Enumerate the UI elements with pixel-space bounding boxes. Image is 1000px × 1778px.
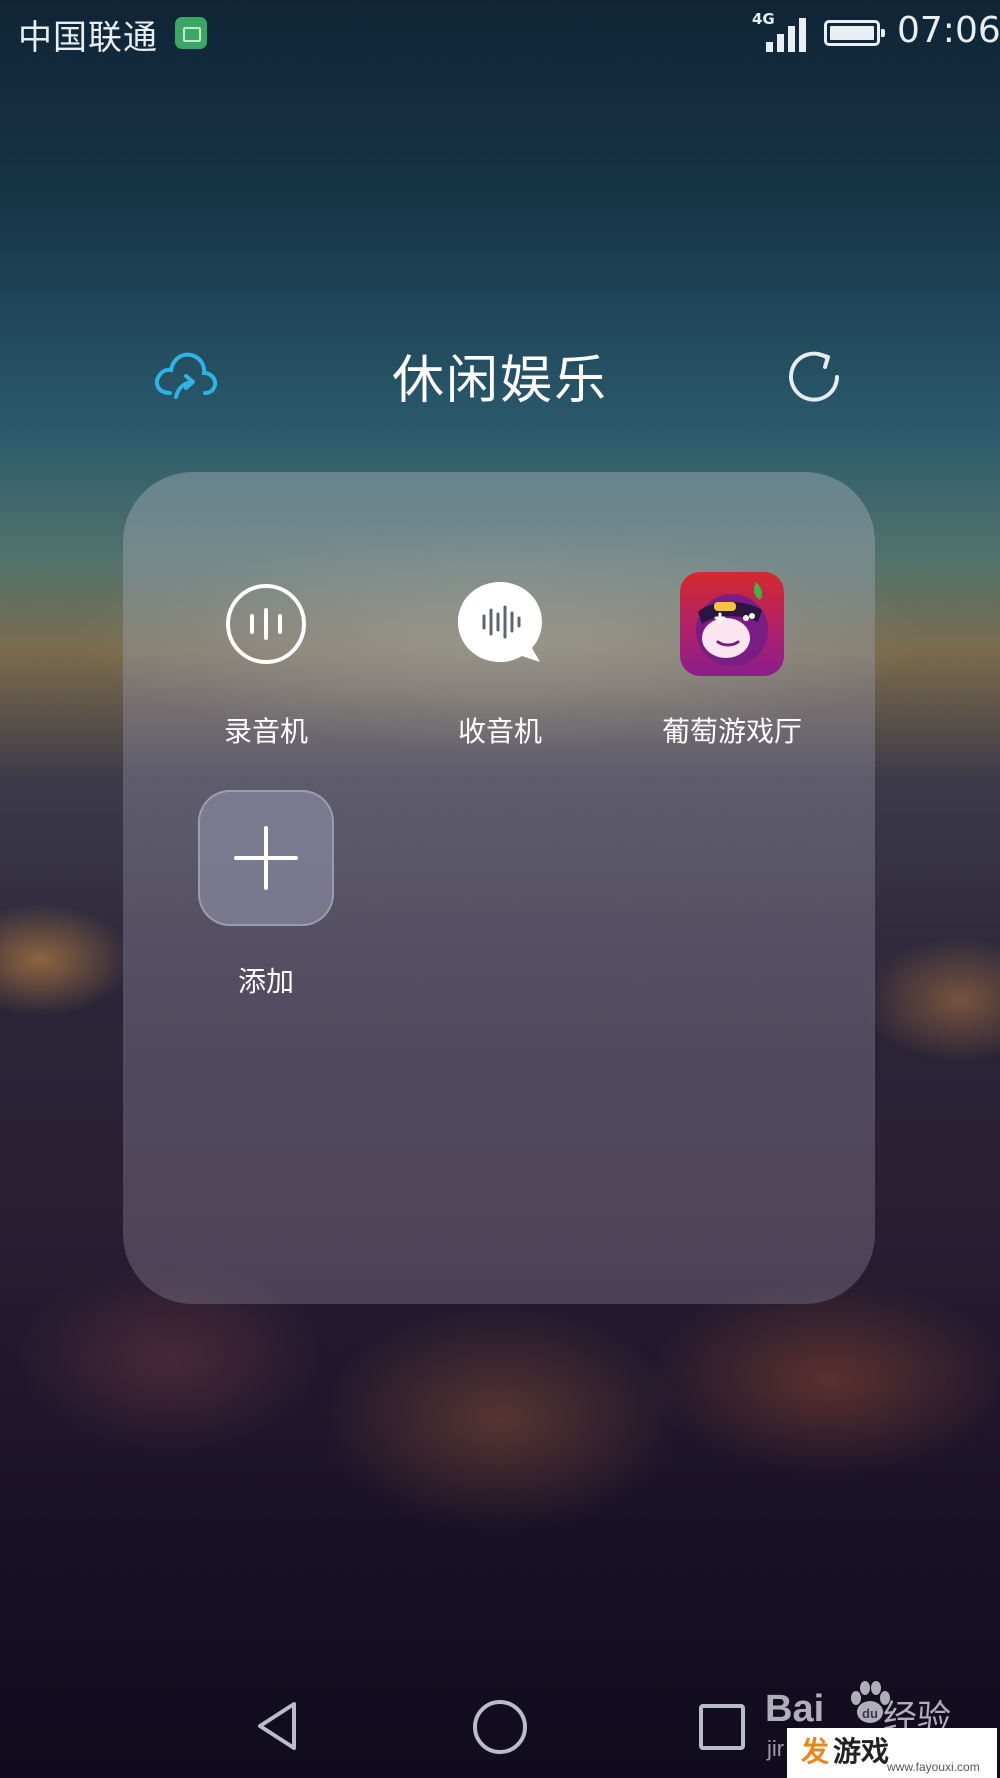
signal-strength-icon: 4G: [752, 10, 808, 52]
app-label: 收音机: [457, 715, 542, 748]
app-fm-radio[interactable]: 收音机: [390, 572, 610, 782]
sim-card-icon: [175, 17, 207, 49]
plus-icon: [234, 826, 298, 890]
add-tile: [198, 790, 334, 926]
back-triangle-icon: [258, 1702, 296, 1750]
fayouxi-logo: 发 游戏 www.fayouxi.com: [787, 1728, 997, 1778]
app-label: 录音机: [223, 715, 308, 748]
add-app-button[interactable]: 添加: [156, 790, 376, 1000]
nav-recent-apps-button[interactable]: [699, 1704, 745, 1750]
cloud-upload-button[interactable]: [150, 345, 220, 405]
watermark-baidu-text: Bai: [765, 1688, 825, 1730]
clock: 07:06: [897, 10, 1000, 51]
app-sound-recorder[interactable]: 录音机: [156, 572, 376, 782]
carrier-name: 中国联通: [18, 18, 158, 58]
fm-radio-icon: [458, 582, 542, 662]
putao-game-hall-icon: [680, 572, 784, 676]
app-label: 葡萄游戏厅: [661, 715, 802, 748]
app-label: 添加: [237, 965, 294, 998]
fayouxi-url: www.fayouxi.com: [887, 1760, 980, 1774]
nav-back-button[interactable]: [250, 1698, 306, 1754]
refresh-button[interactable]: [782, 345, 846, 409]
fayouxi-fa-text: 发: [801, 1735, 830, 1768]
watermark: Bai du 经验 jir 发 游戏 www.fayouxi.com: [765, 1670, 1000, 1778]
svg-text:du: du: [862, 1706, 878, 1721]
watermark-jin-text: jir: [767, 1736, 785, 1761]
refresh-icon: [789, 351, 839, 402]
cloud-upload-icon: [154, 352, 218, 399]
network-type-label: 4G: [752, 10, 775, 28]
fayouxi-youxi-text: 游戏: [833, 1735, 890, 1768]
app-putao-game-hall[interactable]: 葡萄游戏厅: [622, 572, 842, 782]
sound-recorder-icon: [226, 584, 306, 664]
battery-icon: [824, 20, 885, 46]
status-bar: 中国联通 4G 07:06: [0, 0, 1000, 64]
folder-title[interactable]: 休闲娱乐: [300, 338, 700, 413]
nav-home-button[interactable]: [473, 1700, 527, 1754]
